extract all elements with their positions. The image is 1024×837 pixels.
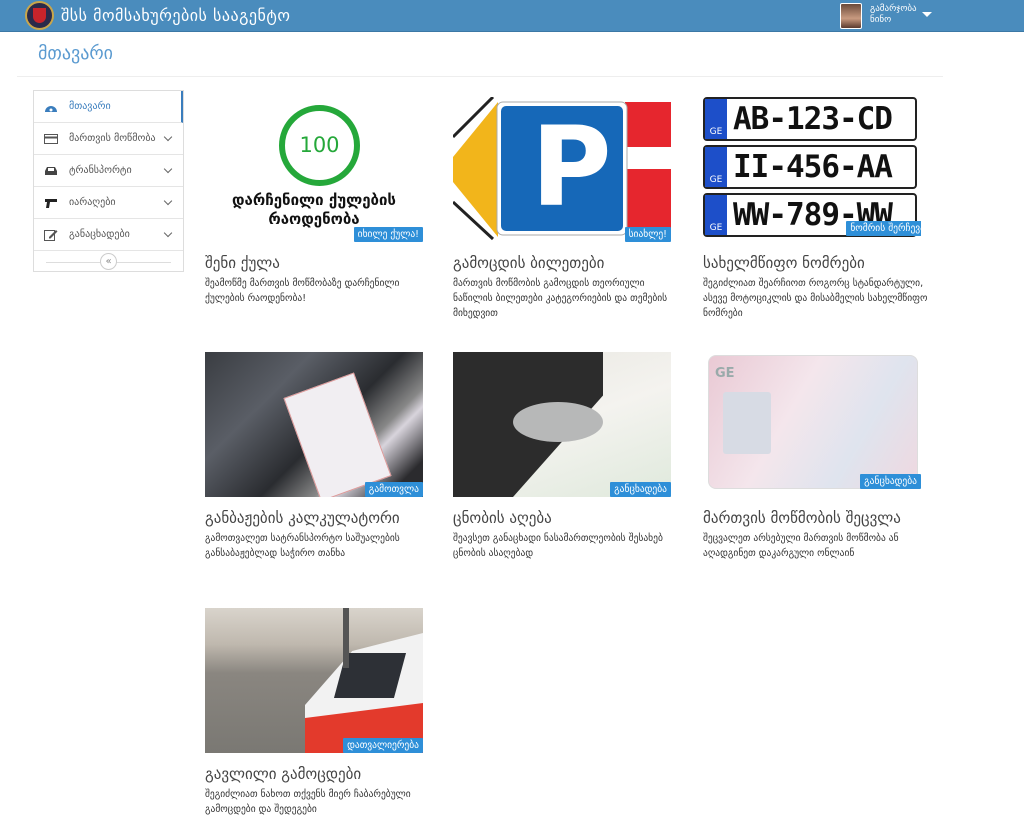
- card-title[interactable]: მართვის მოწმობის შეცვლა: [703, 509, 933, 527]
- chevron-down-icon: [163, 132, 173, 142]
- dashboard-icon: [44, 101, 58, 113]
- license-image[interactable]: GE განცხადება: [703, 352, 921, 497]
- license-country: GE: [715, 366, 735, 381]
- card-description: გამოთვალეთ სატრანსპორტო საშუალების განსა…: [205, 533, 400, 559]
- card-title[interactable]: ცნობის აღება: [453, 509, 683, 527]
- card-license-change: GE განცხადება მართვის მოწმობის შეცვლა შე…: [703, 352, 933, 561]
- chevron-down-icon: [163, 196, 173, 206]
- card-icon: [44, 133, 58, 145]
- user-name: ნინო: [870, 15, 892, 25]
- avatar[interactable]: [840, 3, 862, 29]
- divider: [17, 76, 943, 77]
- sidebar-item-home[interactable]: მთავარი: [34, 91, 183, 123]
- gun-icon: [44, 197, 58, 209]
- plate-number: II-456-AA: [733, 149, 893, 185]
- plate-country: GE: [705, 147, 727, 187]
- user-menu[interactable]: გამარჯობა ნინო: [870, 4, 920, 26]
- card-customs-calculator: გამოთვლა განბაჟების კალკულატორი გამოთვალ…: [205, 352, 435, 561]
- sidebar-item-transport[interactable]: ტრანსპორტი: [34, 155, 183, 187]
- sidebar-item-label: განაცხადები: [69, 229, 130, 240]
- card-points: 100 დარჩენილი ქულების რაოდენობა იხილე ქუ…: [205, 97, 435, 306]
- card-title[interactable]: გამოცდის ბილეთები: [453, 254, 683, 272]
- parking-sign-image[interactable]: P სიახლე!: [453, 97, 671, 242]
- sidebar-item-weapons[interactable]: იარაღები: [34, 187, 183, 219]
- card-description: შეამოწმე მართვის მოწმობაზე დარჩენილი ქულ…: [205, 278, 400, 304]
- sidebar-item-label: იარაღები: [69, 197, 116, 208]
- card-plates: GE AB-123-CD GE II-456-AA GE WW-789-WW ნომრ…: [703, 97, 933, 321]
- card-passed-exams: დათვალიერება გავლილი გამოცდები შეგიძლიათ…: [205, 608, 435, 817]
- card-title[interactable]: სახელმწიფო ნომრები: [703, 254, 933, 272]
- stamp-photo[interactable]: განცხადება: [453, 352, 671, 497]
- apply-button[interactable]: განცხადება: [860, 474, 921, 489]
- card-description: შეავსეთ განაცხადი ნასამართლეობის შესახებ…: [453, 533, 663, 559]
- new-button[interactable]: სიახლე!: [624, 227, 671, 242]
- plates-image[interactable]: GE AB-123-CD GE II-456-AA GE WW-789-WW ნომრ…: [703, 97, 921, 242]
- top-navbar: შსს მომსახურების სააგენტო გამარჯობა ნინო: [0, 0, 1024, 32]
- points-image[interactable]: 100 დარჩენილი ქულების რაოდენობა იხილე ქუ…: [205, 97, 423, 242]
- sidebar-item-label: ტრანსპორტი: [69, 165, 132, 176]
- greeting: გამარჯობა: [870, 4, 917, 14]
- card-title[interactable]: განბაჟების კალკულატორი: [205, 509, 435, 527]
- sidebar-item-label: მართვის მოწმობა: [69, 133, 156, 144]
- card-certificate: განცხადება ცნობის აღება შეავსეთ განაცხად…: [453, 352, 683, 561]
- plate-country: GE: [705, 99, 727, 139]
- card-description: მართვის მოწმობის გამოცდის თეორიული ნაწილ…: [453, 278, 668, 319]
- chevron-down-icon: [163, 164, 173, 174]
- score-label: დარჩენილი ქულების რაოდენობა: [232, 191, 396, 228]
- card-title[interactable]: შენი ქულა: [205, 254, 435, 272]
- car-icon: [44, 165, 58, 177]
- sidebar-collapse: «: [34, 251, 183, 273]
- card-description: შეგიძლიათ ნახოთ თქვენს მიერ ჩაბარებული გ…: [205, 789, 411, 815]
- choose-plate-button[interactable]: ნომრის შერჩევა: [846, 221, 921, 236]
- sidebar-item-license[interactable]: მართვის მოწმობა: [34, 123, 183, 155]
- agency-logo[interactable]: [25, 1, 54, 30]
- plate-country: GE: [705, 195, 727, 235]
- view-button[interactable]: დათვალიერება: [343, 738, 423, 753]
- parking-sign-letter: P: [531, 103, 612, 231]
- chevron-down-icon: [163, 228, 173, 238]
- plate-number: AB-123-CD: [733, 101, 893, 137]
- caret-down-icon[interactable]: [922, 12, 932, 17]
- plate: GE AB-123-CD: [703, 97, 917, 141]
- card-description: შეცვალეთ არსებული მართვის მოწმობა ან აღა…: [703, 533, 899, 559]
- sidebar-item-label: მთავარი: [69, 101, 111, 112]
- plate: GE II-456-AA: [703, 145, 917, 189]
- sidebar: მთავარი მართვის მოწმობა ტრანსპორტი იარაღ…: [33, 90, 184, 272]
- double-chevron-left-icon[interactable]: «: [100, 253, 117, 270]
- app-title[interactable]: შსს მომსახურების სააგენტო: [61, 6, 290, 25]
- driving-test-photo[interactable]: დათვალიერება: [205, 608, 423, 753]
- card-title[interactable]: გავლილი გამოცდები: [205, 765, 435, 783]
- page-title: მთავარი: [38, 43, 113, 64]
- card-description: შეგიძლიათ შეარჩიოთ როგორც სტანდარტული, ა…: [703, 278, 928, 319]
- edit-icon: [44, 229, 58, 241]
- card-exam-tickets: P სიახლე! გამოცდის ბილეთები მართვის მოწმ…: [453, 97, 683, 321]
- view-points-button[interactable]: იხილე ქულა!: [353, 227, 423, 242]
- sidebar-item-applications[interactable]: განაცხადები: [34, 219, 183, 251]
- apply-button[interactable]: განცხადება: [610, 482, 671, 497]
- engine-photo[interactable]: გამოთვლა: [205, 352, 423, 497]
- calculate-button[interactable]: გამოთვლა: [364, 482, 423, 497]
- score-circle: 100: [279, 105, 360, 186]
